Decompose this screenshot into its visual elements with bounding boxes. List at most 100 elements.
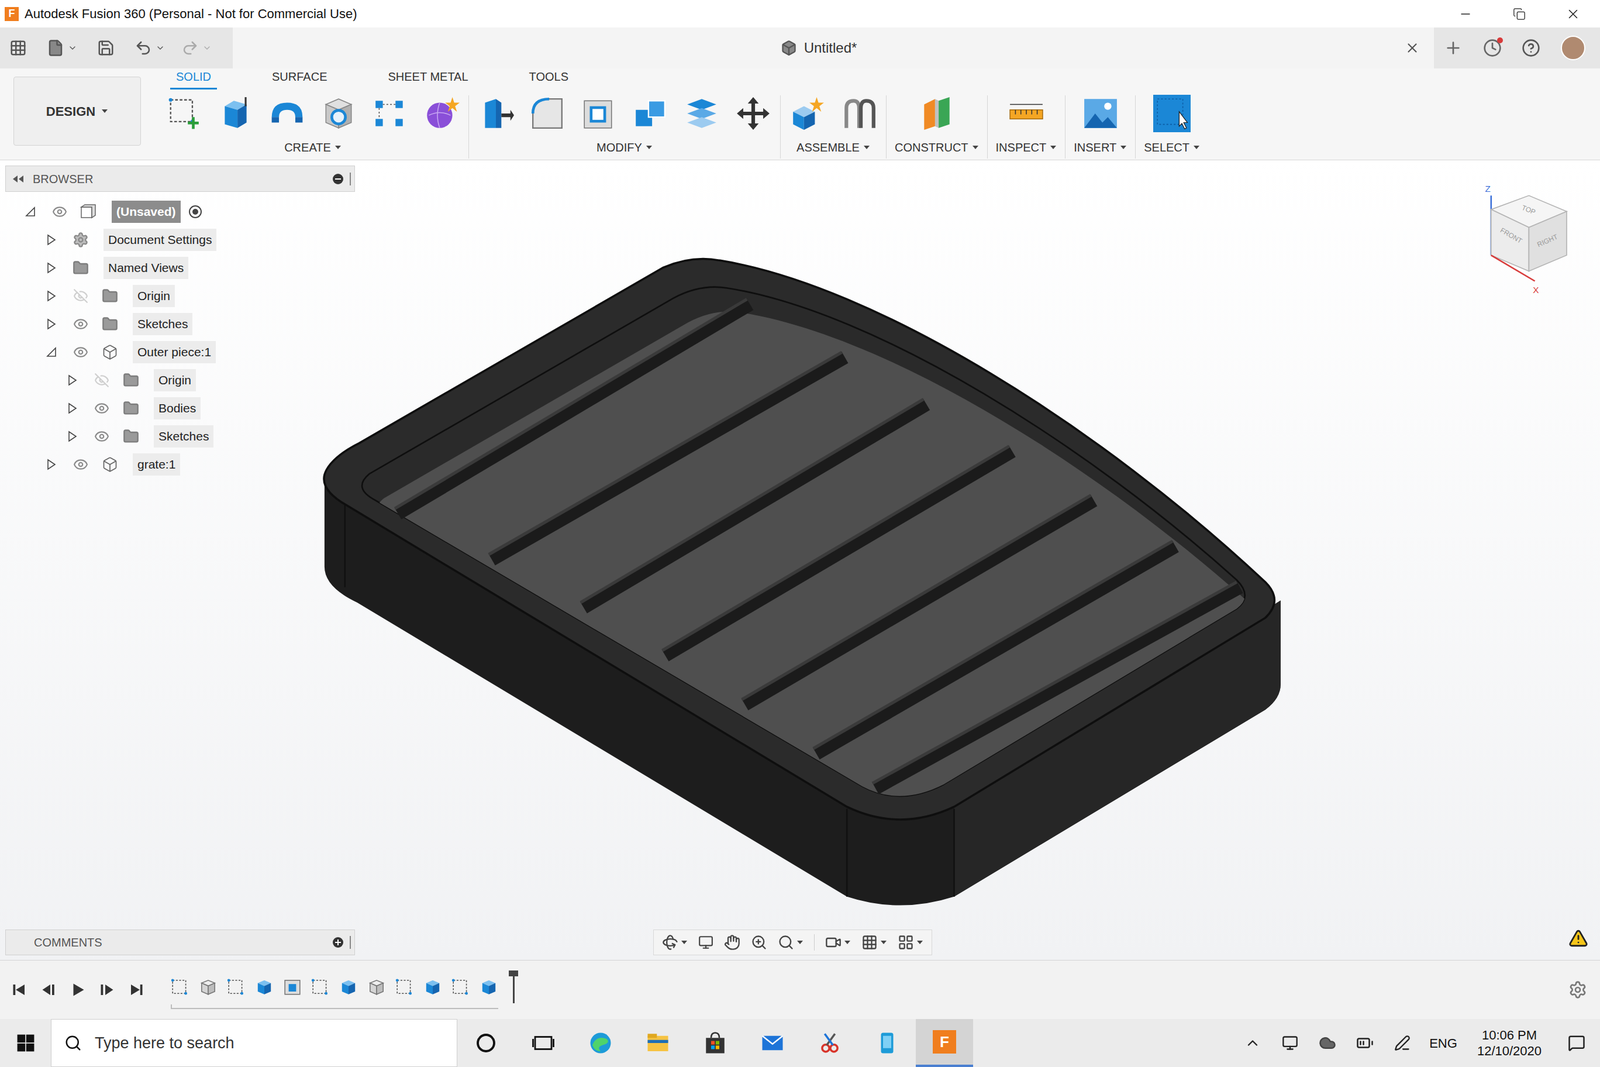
toolbar-tab[interactable]: SOLID xyxy=(170,67,217,90)
language-indicator[interactable]: ENG xyxy=(1421,1033,1466,1053)
toolbar-tab[interactable]: TOOLS xyxy=(523,67,575,90)
taskbar-app[interactable] xyxy=(801,1018,859,1067)
tool-button[interactable] xyxy=(371,94,409,133)
tool-button[interactable] xyxy=(918,94,956,133)
start-button[interactable] xyxy=(0,1018,51,1067)
next-icon[interactable] xyxy=(98,980,116,999)
orbit-icon[interactable] xyxy=(661,933,679,951)
minimize-button[interactable] xyxy=(1438,0,1493,28)
taskbar-app[interactable] xyxy=(858,1018,916,1067)
eye-icon[interactable] xyxy=(94,400,110,416)
eye-icon[interactable] xyxy=(73,344,89,360)
tool-button[interactable] xyxy=(477,94,515,133)
zoom-icon[interactable] xyxy=(750,933,768,951)
tool-button[interactable] xyxy=(788,94,827,133)
collapsed-icon[interactable] xyxy=(45,233,58,246)
group-menu[interactable]: INSERT xyxy=(1073,138,1127,157)
add-comment-icon[interactable] xyxy=(332,936,344,948)
viewports-icon[interactable] xyxy=(897,933,915,951)
look-at-icon[interactable] xyxy=(698,934,714,950)
group-menu[interactable]: ASSEMBLE xyxy=(796,138,871,157)
battery-icon[interactable] xyxy=(1356,1033,1374,1052)
document-tab[interactable]: Untitled* xyxy=(232,27,1434,69)
extrude-feature-icon[interactable] xyxy=(479,977,499,996)
browser-label[interactable]: Document Settings xyxy=(103,228,217,251)
pan-icon[interactable] xyxy=(723,933,741,951)
collapsed-icon[interactable] xyxy=(66,402,79,415)
eye-hidden-icon[interactable] xyxy=(94,372,110,388)
taskbar-app[interactable] xyxy=(686,1018,744,1067)
workspace-switcher[interactable]: DESIGN xyxy=(13,76,141,146)
collapse-panel-icon[interactable] xyxy=(11,174,25,184)
tool-button[interactable] xyxy=(528,94,567,133)
group-menu[interactable]: MODIFY xyxy=(596,138,653,157)
clock[interactable]: 10:06 PM12/10/2020 xyxy=(1465,1026,1554,1060)
sketch-feature-icon[interactable] xyxy=(395,977,415,996)
panel-grip[interactable] xyxy=(349,935,351,949)
collapsed-icon[interactable] xyxy=(45,261,58,274)
eye-icon[interactable] xyxy=(94,428,110,444)
timeline-settings-icon[interactable] xyxy=(1568,980,1588,999)
browser-item[interactable]: Sketches xyxy=(5,422,355,451)
app-grid-icon[interactable] xyxy=(9,39,27,57)
body-feature-icon[interactable] xyxy=(367,977,386,996)
canvas[interactable]: ZXTOPFRONTRIGHTBROWSER(Unsaved)Document … xyxy=(0,160,1600,960)
browser-label[interactable]: grate:1 xyxy=(132,453,181,476)
browser-item[interactable]: Origin xyxy=(5,281,355,310)
taskbar-app[interactable] xyxy=(457,1018,515,1067)
active-target-icon[interactable] xyxy=(187,204,203,220)
help-icon[interactable] xyxy=(1521,38,1541,58)
browser-label[interactable]: Bodies xyxy=(153,397,201,420)
tool-button[interactable] xyxy=(631,94,670,133)
browser-item[interactable]: Bodies xyxy=(5,394,355,423)
onedrive-icon[interactable] xyxy=(1318,1033,1337,1052)
redo-button[interactable] xyxy=(181,39,212,57)
toolbar-tab[interactable]: SURFACE xyxy=(266,67,333,90)
notifications-icon[interactable] xyxy=(1567,1033,1586,1052)
meet-now-icon[interactable] xyxy=(1281,1034,1299,1051)
tool-button[interactable] xyxy=(1153,94,1191,133)
tool-button[interactable] xyxy=(165,94,203,133)
warning-icon[interactable] xyxy=(1568,928,1589,948)
browser-item[interactable]: Sketches xyxy=(5,309,355,339)
eye-icon[interactable] xyxy=(52,204,68,220)
sketch-feature-icon[interactable] xyxy=(311,977,330,996)
fit-icon[interactable] xyxy=(777,933,795,951)
eye-icon[interactable] xyxy=(73,456,89,472)
group-menu[interactable]: CONSTRUCT xyxy=(894,138,979,157)
panel-grip[interactable] xyxy=(349,172,351,186)
undo-button[interactable] xyxy=(134,39,165,57)
new-tab-icon[interactable] xyxy=(1443,38,1463,58)
browser-label[interactable]: Sketches xyxy=(132,312,193,336)
model-body[interactable] xyxy=(323,259,1281,906)
eye-icon[interactable] xyxy=(73,316,89,332)
tool-button[interactable] xyxy=(580,94,618,133)
save-icon[interactable] xyxy=(97,39,115,57)
browser-item[interactable]: Document Settings xyxy=(5,225,355,254)
sketch-feature-icon[interactable] xyxy=(451,977,471,996)
close-button[interactable] xyxy=(1546,0,1600,28)
browser-label[interactable]: Sketches xyxy=(153,425,214,448)
avatar[interactable] xyxy=(1560,35,1586,61)
extrude-feature-icon[interactable] xyxy=(423,977,443,996)
sketch-feature-icon[interactable] xyxy=(226,977,246,996)
tool-button[interactable] xyxy=(216,94,255,133)
expanded-icon[interactable] xyxy=(24,205,37,218)
browser-item[interactable]: Named Views xyxy=(5,253,355,282)
tool-button[interactable] xyxy=(422,94,461,133)
group-menu[interactable]: CREATE xyxy=(284,138,342,157)
tool-button[interactable] xyxy=(268,94,306,133)
last-icon[interactable] xyxy=(127,980,146,999)
taskbar-app[interactable] xyxy=(514,1018,572,1067)
collapsed-icon[interactable] xyxy=(66,430,79,443)
group-menu[interactable]: INSPECT xyxy=(995,138,1058,157)
browser-label[interactable]: Named Views xyxy=(103,256,189,279)
view-cube[interactable]: ZXTOPFRONTRIGHT xyxy=(1477,181,1577,302)
browser-label[interactable]: Outer piece:1 xyxy=(132,340,216,364)
sketch-feature-icon[interactable] xyxy=(170,977,190,996)
file-menu[interactable] xyxy=(46,39,78,57)
collapsed-icon[interactable] xyxy=(45,318,58,330)
first-icon[interactable] xyxy=(10,980,29,999)
prev-icon[interactable] xyxy=(39,980,58,999)
expanded-icon[interactable] xyxy=(45,346,58,358)
